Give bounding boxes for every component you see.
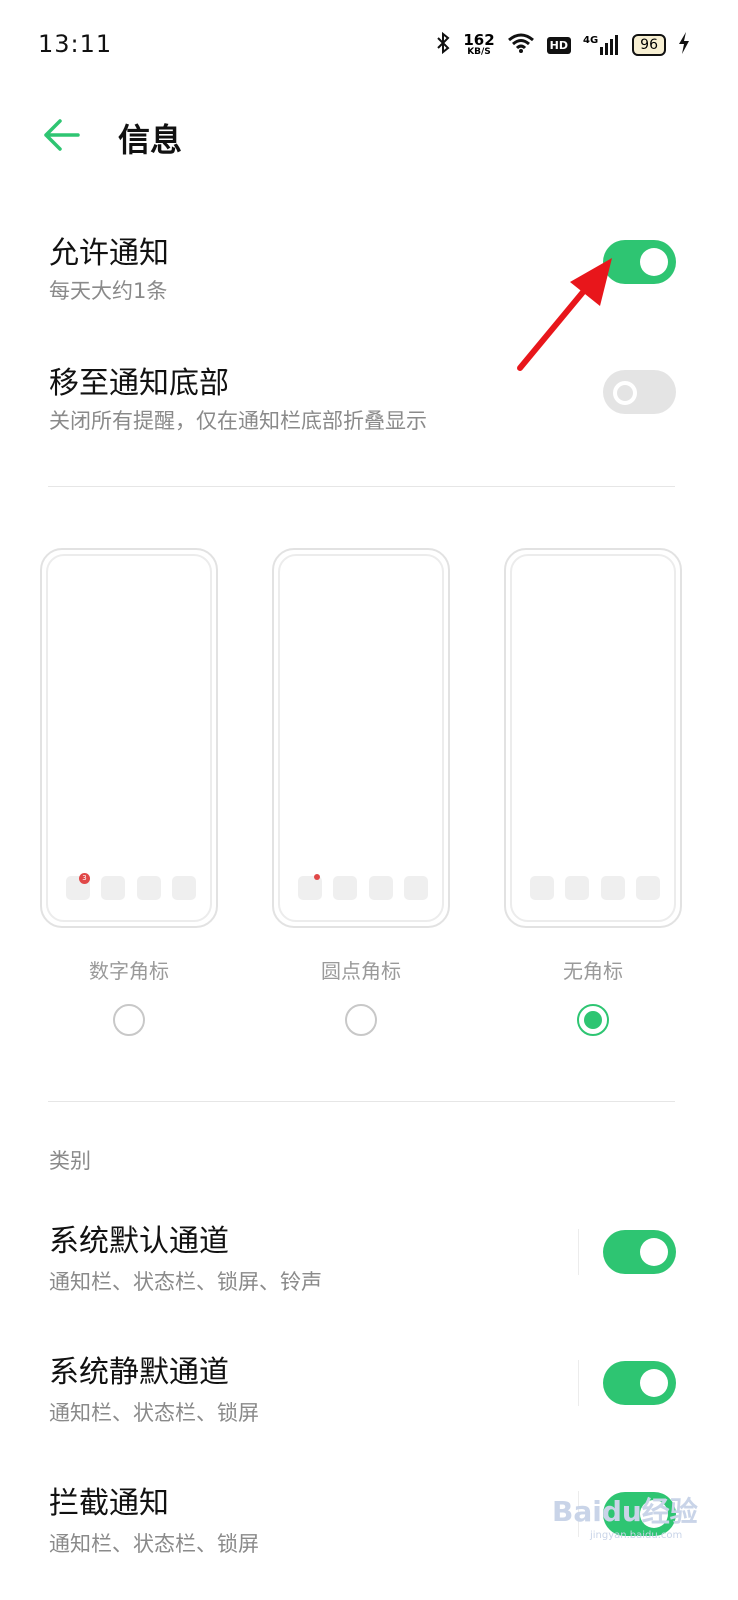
app-icon-placeholder <box>298 874 322 900</box>
network-speed-unit: KB/S <box>467 47 491 57</box>
category-title: 系统默认通道 <box>49 1224 229 1259</box>
dot-badge <box>314 874 320 880</box>
app-icon-placeholder <box>368 876 393 900</box>
app-icon-placeholder <box>403 876 428 900</box>
wifi-icon <box>507 32 535 58</box>
hd-icon: HD <box>546 36 571 54</box>
category-title: 拦截通知 <box>49 1486 169 1521</box>
app-header: 信息 <box>0 105 738 165</box>
preview-dock: 3 <box>66 873 196 900</box>
phone-screen <box>510 554 676 922</box>
app-icon-placeholder <box>565 876 590 900</box>
vertical-separator <box>578 1360 579 1406</box>
badge-option-label: 无角标 <box>563 959 623 983</box>
watermark-sub: jingyan.baidu.com <box>590 1530 683 1541</box>
section-header-categories: 类别 <box>49 1149 91 1173</box>
app-icon-placeholder: 3 <box>66 873 90 900</box>
category-subtitle: 通知栏、状态栏、锁屏、铃声 <box>49 1270 322 1294</box>
setting-subtitle: 关闭所有提醒，仅在通知栏底部折叠显示 <box>49 409 427 433</box>
category-silent-toggle[interactable] <box>603 1361 676 1405</box>
app-icon-placeholder <box>333 876 358 900</box>
setting-allow-notifications[interactable]: 允许通知 每天大约1条 <box>0 220 738 320</box>
status-time: 13:11 <box>38 30 113 58</box>
watermark-text: Baidu经验 <box>552 1495 698 1528</box>
app-icon-placeholder <box>600 876 625 900</box>
setting-move-to-bottom[interactable]: 移至通知底部 关闭所有提醒，仅在通知栏底部折叠显示 <box>0 350 738 450</box>
radio-dot-badge[interactable] <box>345 1004 377 1036</box>
app-icon-placeholder <box>635 876 660 900</box>
badge-option-label: 数字角标 <box>89 959 169 983</box>
network-speed: 162 KB/S <box>463 33 494 57</box>
setting-title: 移至通知底部 <box>49 366 229 401</box>
setting-title: 允许通知 <box>49 236 169 271</box>
preview-dock <box>530 876 660 900</box>
bluetooth-icon <box>435 31 451 59</box>
radio-no-badge[interactable] <box>577 1004 609 1036</box>
charging-icon <box>678 32 690 58</box>
category-subtitle: 通知栏、状态栏、锁屏 <box>49 1532 259 1556</box>
badge-option-label: 圆点角标 <box>321 959 401 983</box>
divider <box>48 486 675 487</box>
back-arrow-icon <box>44 119 80 151</box>
baidu-watermark: Baidu经验 jingyan.baidu.com <box>552 1490 698 1541</box>
number-badge: 3 <box>79 873 90 884</box>
badge-preview-none[interactable] <box>504 548 682 928</box>
app-icon-placeholder <box>136 876 161 900</box>
phone-screen: 3 <box>46 554 212 922</box>
network-speed-value: 162 <box>463 31 495 49</box>
category-row-default[interactable]: 系统默认通道 通知栏、状态栏、锁屏、铃声 <box>0 1210 738 1310</box>
phone-screen <box>278 554 444 922</box>
radio-number-badge[interactable] <box>113 1004 145 1036</box>
page-title: 信息 <box>118 121 183 159</box>
preview-dock <box>298 874 428 900</box>
move-to-bottom-toggle[interactable] <box>603 370 676 414</box>
vertical-separator <box>578 1229 579 1275</box>
badge-preview-dot[interactable] <box>272 548 450 928</box>
battery-indicator: 96 <box>632 34 666 56</box>
app-icon-placeholder <box>530 876 554 900</box>
cellular-signal-icon: 4G <box>583 35 620 55</box>
category-default-toggle[interactable] <box>603 1230 676 1274</box>
category-title: 系统静默通道 <box>49 1355 229 1390</box>
back-button[interactable] <box>42 117 82 153</box>
setting-subtitle: 每天大约1条 <box>49 279 168 303</box>
status-icons: 162 KB/S HD 4G 96 <box>435 30 690 60</box>
app-icon-placeholder <box>101 876 126 900</box>
app-icon-placeholder <box>171 876 196 900</box>
network-type-label: 4G <box>583 35 599 46</box>
annotation-arrow-icon <box>517 258 612 371</box>
badge-preview-number[interactable]: 3 <box>40 548 218 928</box>
category-subtitle: 通知栏、状态栏、锁屏 <box>49 1401 259 1425</box>
divider <box>48 1101 675 1102</box>
status-bar: 13:11 162 KB/S HD 4G 96 <box>0 0 738 90</box>
category-row-silent[interactable]: 系统静默通道 通知栏、状态栏、锁屏 <box>0 1341 738 1441</box>
